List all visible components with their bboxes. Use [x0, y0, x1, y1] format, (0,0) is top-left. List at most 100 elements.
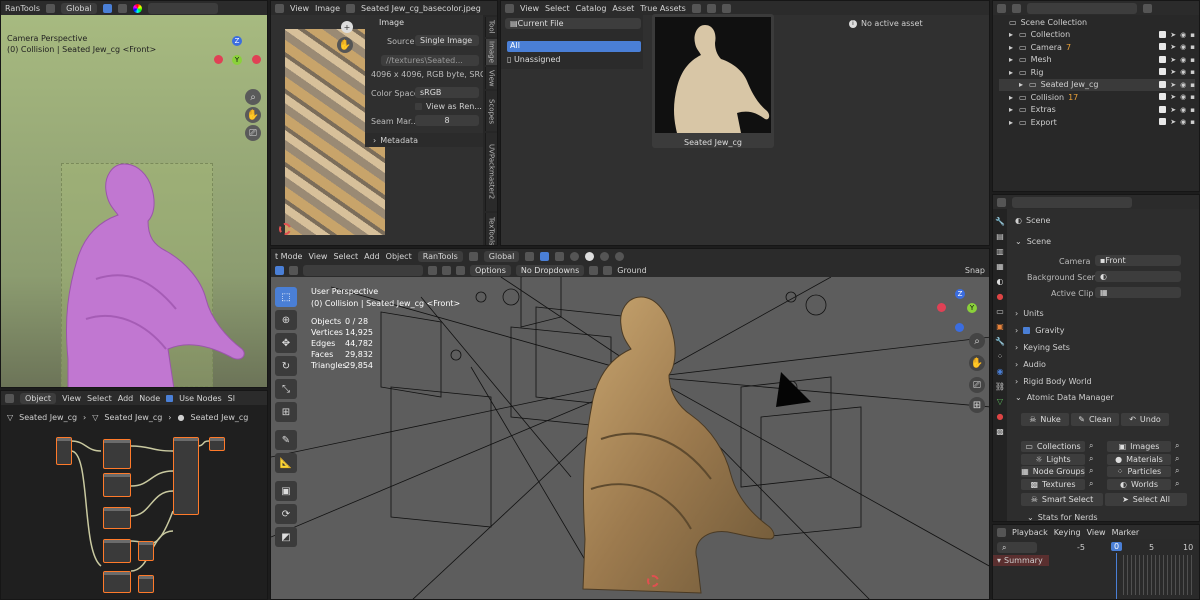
- filter-icon[interactable]: [1143, 3, 1152, 13]
- annotate-tool[interactable]: ✎: [275, 430, 297, 450]
- atomic-category-button[interactable]: ● Materials: [1107, 453, 1171, 465]
- search-icon[interactable]: ⌕: [1089, 454, 1093, 464]
- viewport-search-field[interactable]: [303, 264, 423, 276]
- select-mode-icon[interactable]: [289, 265, 298, 275]
- gizmo-z-axis[interactable]: Z: [232, 36, 242, 46]
- transform-tool[interactable]: ⊞: [275, 402, 297, 422]
- undo-button[interactable]: ↶ Undo: [1121, 413, 1169, 426]
- gizmo-z-axis[interactable]: Z: [955, 289, 965, 299]
- proportional-edit-icon[interactable]: [540, 251, 550, 261]
- search-icon[interactable]: ⌕: [1089, 466, 1093, 476]
- current-file-dropdown[interactable]: ▤ Current File: [505, 18, 641, 29]
- properties-section-header[interactable]: › Rigid Body World: [1009, 375, 1191, 388]
- filter-icon[interactable]: [589, 265, 599, 275]
- render-tab-icon[interactable]: ▤: [996, 232, 1004, 241]
- sort-icon[interactable]: [721, 3, 731, 13]
- outliner-row[interactable]: ▸ ▭ Export ➤ ◉ ▪: [999, 116, 1195, 128]
- data-tab-icon[interactable]: ▽: [997, 397, 1003, 406]
- image-editor[interactable]: View Image Seated Jew_cg_basecolor.jpeg …: [270, 0, 498, 246]
- checkbox-icon[interactable]: [1159, 93, 1167, 100]
- custom-tool[interactable]: ◩: [275, 527, 297, 547]
- search-icon[interactable]: ⌕: [1089, 479, 1093, 489]
- chevron-right-icon[interactable]: ▸: [1009, 118, 1015, 127]
- outliner[interactable]: ▭ Scene Collection ▸ ▭ Collection ➤ ◉ ▪ ▸ ▭ Camera…: [992, 0, 1200, 192]
- clean-button[interactable]: ✎ Clean: [1071, 413, 1119, 426]
- camera-render-icon[interactable]: ▪: [1190, 56, 1195, 64]
- tab-scopes[interactable]: Scopes: [485, 91, 497, 131]
- display-icon[interactable]: [691, 3, 701, 13]
- properties-section-header[interactable]: › Audio: [1009, 358, 1191, 371]
- gizmo-neg-x-axis[interactable]: [252, 55, 261, 64]
- gizmo-neg-z-axis[interactable]: [955, 323, 964, 332]
- outliner-row[interactable]: ▸ ▭ Collection ➤ ◉ ▪: [999, 29, 1195, 41]
- tab-tool[interactable]: Tool: [485, 17, 497, 37]
- gravity-checkbox[interactable]: [1023, 327, 1031, 334]
- timeline-view-menu[interactable]: View: [1087, 528, 1106, 537]
- constraints-tab-icon[interactable]: ⛓: [995, 382, 1005, 391]
- background-scene-field[interactable]: ◐: [1095, 271, 1181, 282]
- metadata-section[interactable]: › Metadata: [365, 133, 483, 147]
- select-arrow-icon[interactable]: ➤: [1170, 43, 1176, 51]
- texture-tab-icon[interactable]: ▩: [996, 427, 1004, 436]
- shading-solid-icon[interactable]: [585, 251, 595, 261]
- no-dropdowns-dropdown[interactable]: No Dropdowns: [515, 264, 585, 276]
- axis-gizmo[interactable]: Z Y: [935, 289, 985, 339]
- properties-section-header[interactable]: › Units: [1009, 307, 1191, 320]
- image-path-field[interactable]: //textures\Seated...: [381, 55, 479, 66]
- outliner-search-field[interactable]: [1027, 2, 1137, 14]
- material-tab-icon[interactable]: ●: [997, 412, 1004, 421]
- select-box-icon[interactable]: [275, 265, 284, 275]
- color-space-dropdown[interactable]: sRGB: [415, 87, 479, 98]
- ground-button[interactable]: Ground: [617, 266, 646, 275]
- axis-gizmo[interactable]: Z Y: [213, 35, 263, 85]
- outliner-row[interactable]: ▭ Scene Collection: [999, 16, 1195, 28]
- atomic-category-button[interactable]: ▦ Node Groups: [1021, 466, 1085, 477]
- editor-type-icon[interactable]: [997, 197, 1006, 207]
- stats-for-nerds-header[interactable]: ⌄ Stats for Nerds: [1027, 513, 1098, 521]
- shading-wireframe-icon[interactable]: [570, 251, 580, 261]
- gizmo-y-axis[interactable]: Y: [967, 303, 977, 313]
- scene-section-header[interactable]: ⌄ Scene: [1009, 235, 1191, 248]
- checkbox-icon[interactable]: [1159, 30, 1167, 38]
- uv-cursor-icon[interactable]: [279, 223, 291, 235]
- camera-view-icon[interactable]: ⎚: [969, 377, 985, 393]
- viewport-object-menu[interactable]: Object: [386, 252, 412, 261]
- select-mode-icon[interactable]: [102, 3, 112, 13]
- origin-cursor-icon[interactable]: [647, 575, 659, 587]
- playback-menu[interactable]: Playback: [1012, 528, 1048, 537]
- pan-hand-icon[interactable]: ✋: [245, 107, 261, 123]
- camera-icon[interactable]: ⎚: [245, 125, 261, 141]
- chevron-right-icon[interactable]: ▸: [1009, 30, 1015, 39]
- transform-orientation-dropdown[interactable]: Global: [483, 250, 520, 262]
- mix-node[interactable]: [138, 575, 154, 593]
- ortho-grid-icon[interactable]: ⊞: [969, 397, 985, 413]
- tab-textools[interactable]: TexTools: [485, 213, 497, 245]
- select-arrow-icon[interactable]: ➤: [1170, 31, 1176, 39]
- material-output-node[interactable]: [209, 437, 225, 451]
- snap-button[interactable]: Snap: [965, 266, 985, 275]
- tab-view[interactable]: View: [485, 67, 497, 89]
- cursor-tool[interactable]: ⊕: [275, 310, 297, 330]
- asset-view-menu[interactable]: View: [520, 4, 539, 13]
- camera-search-field[interactable]: [147, 2, 218, 14]
- true-assets-menu[interactable]: True Assets: [640, 4, 686, 13]
- view-layer-tab-icon[interactable]: ▦: [996, 262, 1004, 271]
- move-tool[interactable]: ✥: [275, 333, 297, 353]
- overlay-icon[interactable]: [555, 251, 565, 261]
- search-icon[interactable]: ⌕: [1175, 454, 1179, 464]
- camera-render-icon[interactable]: ▪: [1190, 106, 1195, 114]
- eye-icon[interactable]: ◉: [1180, 68, 1186, 76]
- eye-icon[interactable]: ◉: [1180, 56, 1186, 64]
- select-box-tool[interactable]: ⬚: [275, 287, 297, 307]
- shader-node[interactable]: [103, 507, 131, 529]
- outliner-row[interactable]: ▸ ▭ Collision 17 ➤ ◉ ▪: [999, 91, 1195, 103]
- gizmo-y-axis[interactable]: Y: [232, 55, 242, 65]
- node-editor[interactable]: Object View Select Add Node Use Nodes Sl…: [0, 390, 268, 600]
- select-arrow-icon[interactable]: ➤: [1170, 56, 1176, 64]
- search-icon[interactable]: ⌕: [1175, 479, 1179, 489]
- transform-icon[interactable]: [46, 3, 56, 13]
- search-icon[interactable]: ⌕: [1175, 441, 1179, 451]
- asset-thumbnail-card[interactable]: Seated Jew_cg: [652, 14, 774, 148]
- tab-uvpackmaster[interactable]: UVPackmaster2: [485, 133, 497, 211]
- mode-dropdown[interactable]: t Mode: [275, 252, 302, 261]
